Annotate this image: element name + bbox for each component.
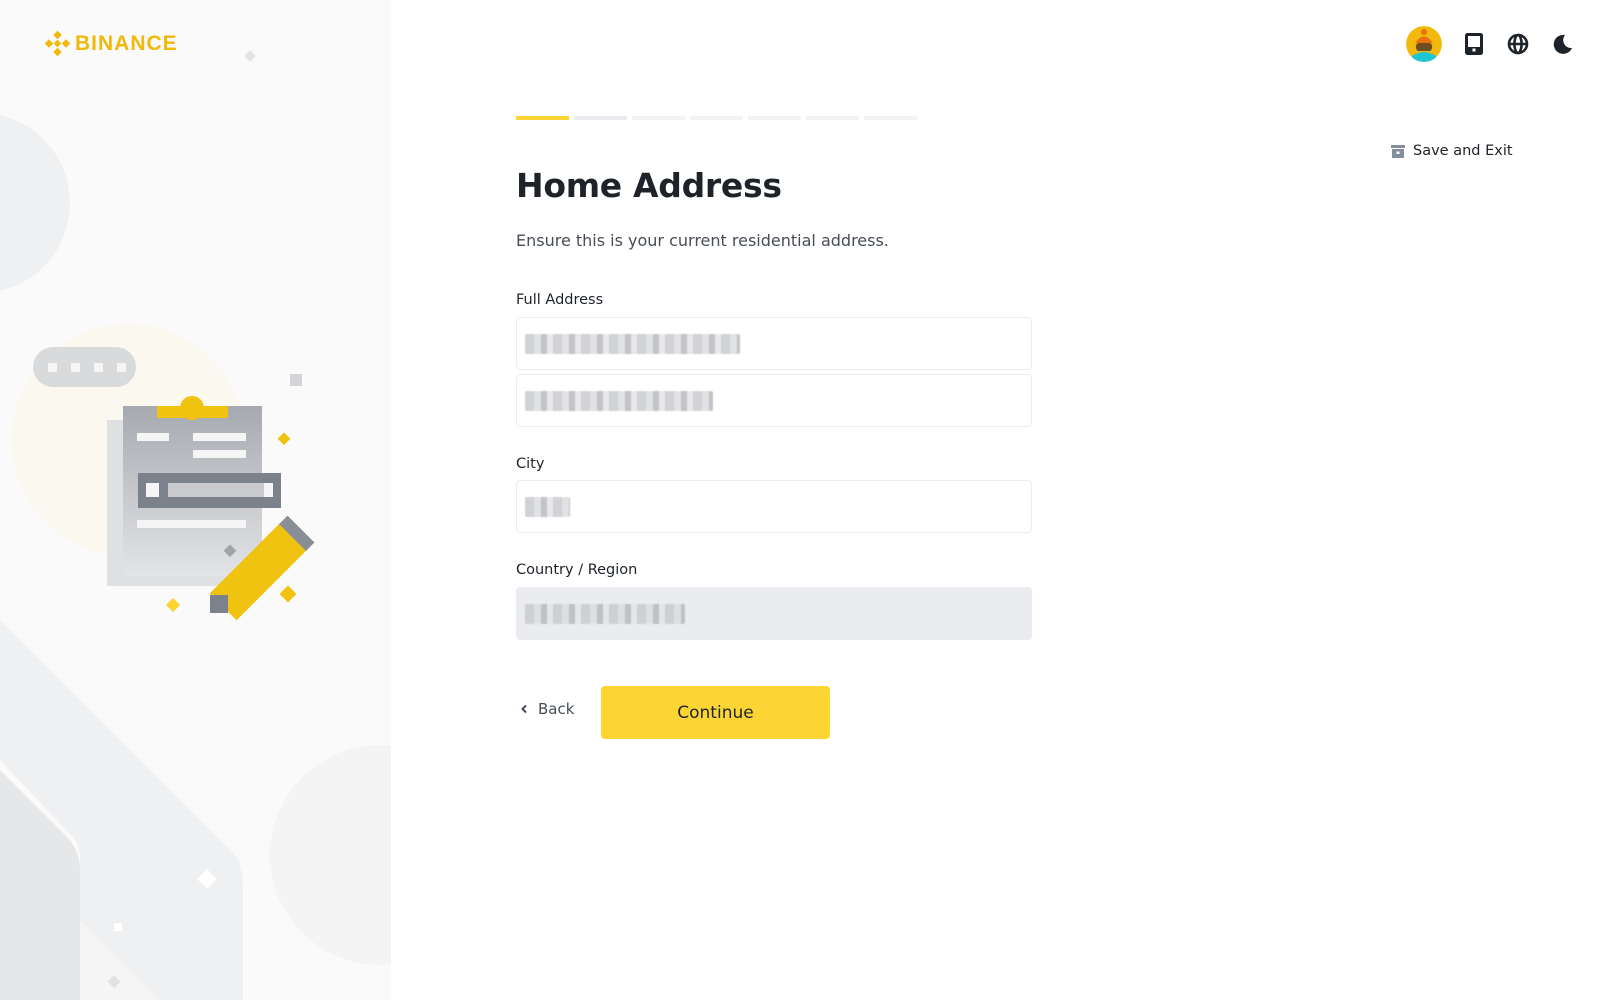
tablet-icon <box>1465 33 1483 55</box>
progress-step-7 <box>864 116 917 120</box>
back-button[interactable]: Back <box>520 700 574 718</box>
binance-logo-icon <box>44 30 71 57</box>
binance-logo[interactable]: BINANCE <box>44 30 178 57</box>
theme-toggle-button[interactable] <box>1550 32 1574 56</box>
city-input[interactable] <box>516 480 1032 533</box>
address-line1-value-redacted <box>525 333 740 354</box>
progress-step-3 <box>632 116 685 120</box>
page-title: Home Address <box>516 166 782 205</box>
header-toolbar <box>1406 26 1574 62</box>
step-progress-bar <box>516 116 917 120</box>
progress-step-5 <box>748 116 801 120</box>
progress-step-2 <box>574 116 627 120</box>
avatar[interactable] <box>1406 26 1442 62</box>
save-and-exit-label: Save and Exit <box>1413 143 1513 159</box>
save-icon <box>1391 144 1405 158</box>
address-line2-input[interactable] <box>516 374 1032 427</box>
city-label: City <box>516 456 545 472</box>
chevron-left-icon <box>521 704 527 714</box>
address-line1-input[interactable] <box>516 317 1032 370</box>
clipboard-illustration <box>33 347 315 620</box>
city-value-redacted <box>525 496 570 517</box>
language-button[interactable] <box>1506 32 1530 56</box>
sidebar-illustration-panel: BINANCE <box>0 0 391 1000</box>
save-and-exit-button[interactable]: Save and Exit <box>1391 143 1513 159</box>
progress-step-6 <box>806 116 859 120</box>
avatar-icon <box>1406 26 1442 62</box>
moon-icon <box>1553 34 1572 54</box>
country-value-redacted <box>525 603 685 624</box>
globe-icon <box>1507 33 1529 55</box>
full-address-label: Full Address <box>516 292 604 308</box>
download-app-button[interactable] <box>1462 32 1486 56</box>
back-label: Back <box>538 700 575 718</box>
country-region-label: Country / Region <box>516 562 638 578</box>
page-subtitle: Ensure this is your current residential … <box>516 231 889 250</box>
country-region-field <box>516 587 1032 640</box>
continue-button[interactable]: Continue <box>601 686 830 739</box>
progress-step-1 <box>516 116 569 120</box>
brand-name: BINANCE <box>75 31 178 55</box>
address-line2-value-redacted <box>525 390 713 411</box>
progress-step-4 <box>690 116 743 120</box>
